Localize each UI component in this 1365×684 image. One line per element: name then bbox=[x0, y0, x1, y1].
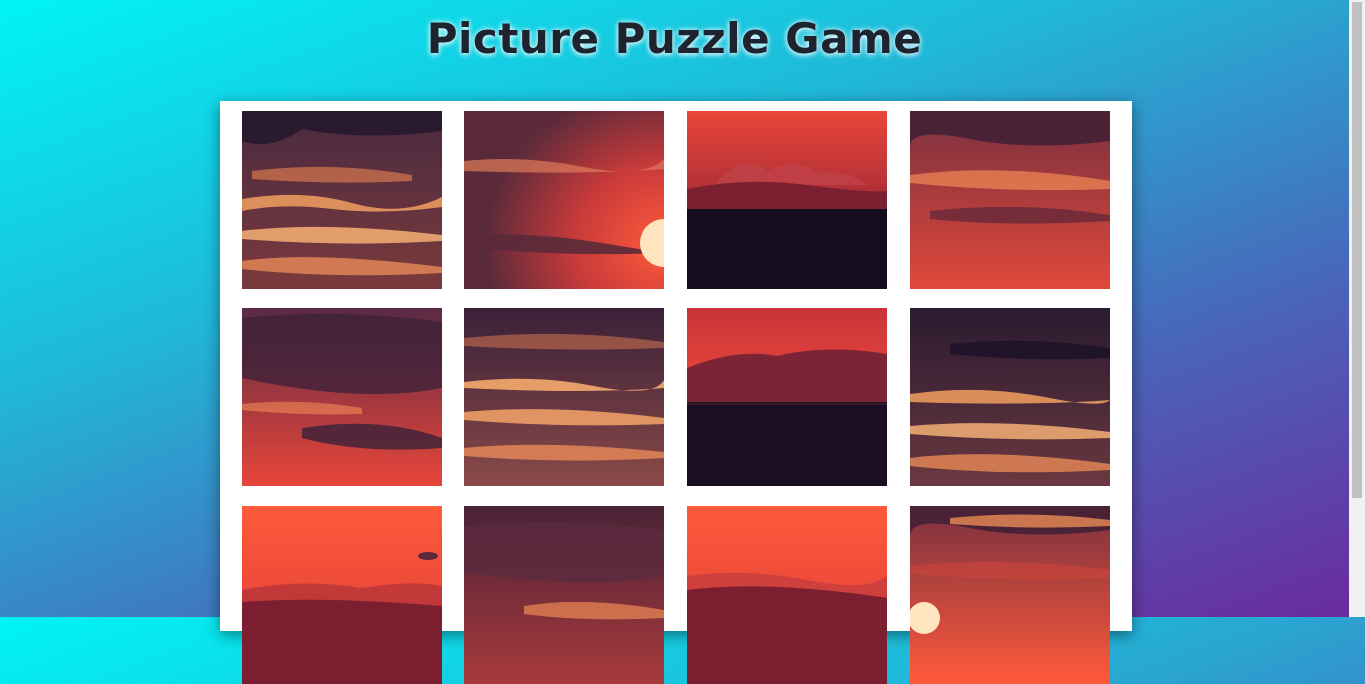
tile-image bbox=[910, 308, 1110, 486]
tile-image bbox=[242, 308, 442, 486]
tile-image bbox=[687, 308, 887, 486]
tile-image bbox=[464, 506, 664, 684]
puzzle-tile[interactable] bbox=[242, 308, 442, 486]
tile-image bbox=[910, 506, 1110, 684]
tile-image bbox=[910, 111, 1110, 289]
tile-image bbox=[687, 506, 887, 684]
puzzle-tile[interactable] bbox=[910, 111, 1110, 289]
puzzle-tile[interactable] bbox=[910, 308, 1110, 486]
puzzle-tile[interactable] bbox=[910, 506, 1110, 684]
tile-image bbox=[464, 111, 664, 289]
page-title: Picture Puzzle Game bbox=[426, 14, 923, 63]
puzzle-tile[interactable] bbox=[464, 111, 664, 289]
puzzle-tile[interactable] bbox=[242, 111, 442, 289]
puzzle-tile[interactable] bbox=[242, 506, 442, 684]
puzzle-tile[interactable] bbox=[464, 506, 664, 684]
puzzle-tile[interactable] bbox=[687, 308, 887, 486]
scrollbar-thumb[interactable] bbox=[1352, 2, 1362, 498]
puzzle-tile[interactable] bbox=[464, 308, 664, 486]
tile-image bbox=[242, 111, 442, 289]
puzzle-board bbox=[220, 101, 1132, 684]
page-scrollbar[interactable] bbox=[1349, 0, 1365, 617]
puzzle-tile[interactable] bbox=[687, 111, 887, 289]
puzzle-tile[interactable] bbox=[687, 506, 887, 684]
tile-image bbox=[242, 506, 442, 684]
tile-image bbox=[464, 308, 664, 486]
tile-image bbox=[687, 111, 887, 289]
